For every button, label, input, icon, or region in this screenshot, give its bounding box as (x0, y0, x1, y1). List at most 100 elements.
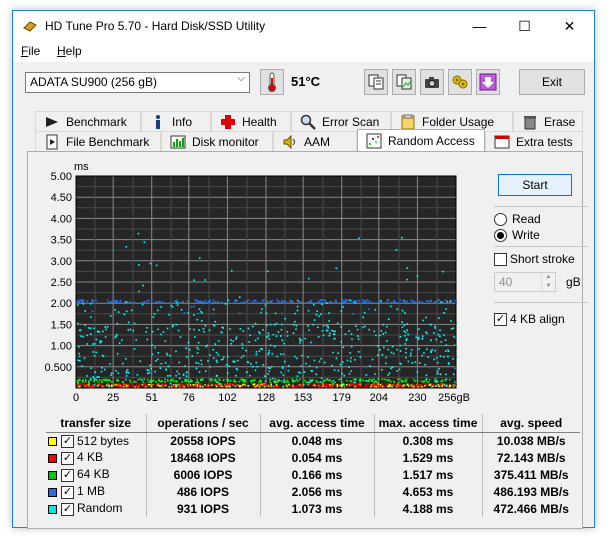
avg-access-cell: 0.048 ms (260, 432, 375, 449)
camera-button[interactable] (420, 69, 444, 95)
data-point (182, 374, 185, 376)
data-point (119, 383, 122, 386)
tab-file-benchmark[interactable]: File Benchmark (35, 131, 161, 151)
data-point (77, 322, 79, 325)
maximize-button[interactable]: ☐ (502, 11, 547, 41)
series-checkbox[interactable]: ✓ (61, 502, 74, 516)
data-point (379, 386, 381, 388)
data-point (217, 384, 219, 386)
tab-erase[interactable]: Erase (513, 111, 583, 131)
short-stroke-input[interactable]: 40 ▲ ▼ (494, 272, 556, 292)
copy-screenshot-button[interactable] (392, 69, 416, 95)
data-point (371, 380, 373, 383)
data-point (418, 301, 421, 304)
data-point (159, 380, 162, 383)
transfer-size-cell[interactable]: ✓ 4 KB (46, 449, 147, 466)
data-point (86, 334, 89, 337)
data-point (98, 331, 101, 333)
series-checkbox[interactable]: ✓ (61, 451, 74, 465)
data-point (162, 301, 164, 304)
data-point (80, 302, 83, 304)
data-point (100, 383, 102, 386)
close-button[interactable]: ✕ (547, 11, 592, 41)
data-point (369, 365, 371, 367)
data-point (418, 348, 420, 350)
data-point (332, 384, 334, 387)
tab-extra-tests[interactable]: Extra tests (485, 131, 583, 151)
data-point (82, 335, 85, 338)
read-radio-circle[interactable] (494, 212, 507, 226)
data-point (209, 366, 211, 368)
data-point (88, 384, 90, 387)
menu-help[interactable]: Help (57, 44, 82, 58)
data-point (318, 383, 320, 385)
series-checkbox[interactable]: ✓ (61, 434, 74, 448)
series-checkbox[interactable]: ✓ (61, 468, 74, 482)
short-stroke-checkbox[interactable]: Short stroke (494, 252, 575, 266)
data-point (216, 361, 218, 363)
tab-benchmark[interactable]: Benchmark (35, 111, 141, 131)
menu-file[interactable]: File (21, 44, 40, 58)
data-point (302, 383, 305, 386)
data-point (141, 302, 144, 304)
data-point (393, 299, 395, 302)
tab-random-access[interactable]: Random Access (357, 129, 485, 151)
tab-aam[interactable]: AAM (273, 131, 357, 151)
data-point (186, 385, 189, 387)
tab-disk-monitor[interactable]: Disk monitor (161, 131, 273, 151)
data-point (84, 381, 87, 383)
data-point (104, 336, 107, 338)
transfer-size-cell[interactable]: ✓ 1 MB (46, 483, 147, 500)
transfer-size-cell[interactable]: ✓ 512 bytes (46, 432, 147, 449)
data-point (397, 385, 399, 388)
align-check-box[interactable]: ✓ (494, 312, 507, 326)
short-stroke-box[interactable] (494, 252, 507, 266)
data-point (387, 318, 390, 320)
data-point (298, 371, 300, 374)
copy-info-button[interactable] (364, 69, 388, 95)
write-radio[interactable]: Write (494, 228, 540, 242)
thermometer-button[interactable] (260, 69, 284, 95)
tab-health[interactable]: Health (211, 111, 291, 131)
data-point (436, 361, 439, 364)
data-point (369, 384, 371, 387)
exit-button[interactable]: Exit (519, 69, 585, 95)
data-point (406, 302, 409, 304)
series-checkbox[interactable]: ✓ (61, 485, 74, 499)
transfer-size-cell[interactable]: ✓ Random (46, 500, 147, 517)
data-point (277, 386, 280, 388)
data-point (315, 366, 318, 369)
tab-info[interactable]: Info (141, 111, 211, 131)
data-point (399, 336, 402, 338)
options-button[interactable] (448, 69, 472, 95)
data-point (309, 381, 311, 383)
drive-select[interactable]: ADATA SU900 (256 gB) ⌵ (25, 72, 250, 93)
data-point (143, 241, 146, 243)
data-point (247, 327, 250, 330)
data-point (449, 300, 451, 303)
align-checkbox[interactable]: ✓ 4 KB align (494, 312, 565, 326)
read-radio[interactable]: Read (494, 212, 541, 226)
tab-folder-usage[interactable]: Folder Usage (391, 111, 513, 131)
data-point (147, 372, 149, 375)
start-button[interactable]: Start (498, 174, 572, 196)
data-point (405, 378, 407, 381)
data-point (313, 359, 316, 362)
data-point (106, 299, 109, 301)
data-point (406, 278, 408, 281)
data-point (146, 379, 149, 381)
data-point (354, 302, 356, 304)
spin-arrows-icon[interactable]: ▲ ▼ (541, 273, 555, 291)
data-point (377, 345, 380, 347)
data-point (453, 336, 455, 338)
minimize-button[interactable]: — (457, 11, 502, 41)
transfer-size-cell[interactable]: ✓ 64 KB (46, 466, 147, 483)
write-radio-circle[interactable] (494, 228, 507, 242)
save-button[interactable] (476, 69, 500, 95)
data-point (174, 383, 177, 386)
data-point (160, 333, 162, 336)
tab-error-scan[interactable]: Error Scan (291, 111, 391, 131)
data-point (130, 301, 132, 304)
data-point (101, 379, 103, 382)
data-point (117, 311, 120, 313)
